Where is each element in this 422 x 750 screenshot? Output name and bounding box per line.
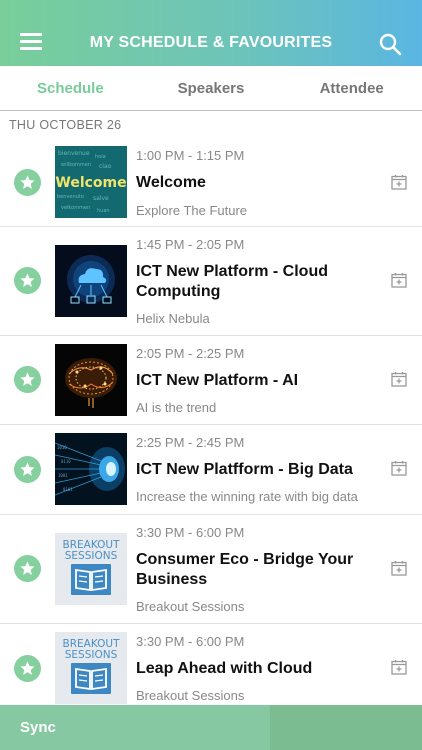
session-subtitle: Explore The Future	[136, 203, 248, 218]
session-subtitle: AI is the trend	[136, 400, 217, 415]
svg-text:velkommen: velkommen	[61, 205, 90, 211]
favourite-star-icon[interactable]	[14, 456, 41, 483]
svg-text:hola: hola	[95, 154, 106, 160]
svg-text:1001: 1001	[58, 473, 68, 478]
tab-attendee[interactable]: Attendee	[281, 66, 422, 110]
session-thumbnail-big-data: 1010 0110 1001 0101	[55, 433, 127, 505]
session-row[interactable]: 1:45 PM - 2:05 PM ICT New Platform - Clo…	[0, 227, 422, 336]
favourite-star-icon[interactable]	[14, 169, 41, 196]
footer-spacer	[270, 705, 422, 750]
session-title: Leap Ahead with Cloud	[136, 660, 313, 677]
add-to-calendar-icon[interactable]	[391, 460, 407, 476]
tab-speakers[interactable]: Speakers	[141, 66, 282, 110]
add-to-calendar-icon[interactable]	[391, 174, 407, 190]
session-time: 1:00 PM - 1:15 PM	[136, 148, 245, 163]
session-thumbnail-breakout: BREAKOUT SESSIONS	[55, 632, 127, 704]
session-thumbnail-breakout: BREAKOUT SESSIONS	[55, 533, 127, 605]
svg-text:salve: salve	[93, 195, 109, 202]
session-title: Welcome	[136, 174, 206, 191]
favourite-star-icon[interactable]	[14, 366, 41, 393]
session-subtitle: Breakout Sessions	[136, 599, 245, 614]
add-to-calendar-icon[interactable]	[391, 371, 407, 387]
svg-text:benvenuto: benvenuto	[57, 194, 84, 200]
tab-schedule[interactable]: Schedule	[0, 66, 141, 110]
add-to-calendar-icon[interactable]	[391, 272, 407, 288]
search-icon[interactable]	[378, 32, 402, 56]
session-thumbnail-ai-brain	[55, 344, 127, 416]
session-time: 1:45 PM - 2:05 PM	[136, 237, 245, 252]
session-time: 3:30 PM - 6:00 PM	[136, 634, 245, 649]
footer-bar: Sync	[0, 705, 422, 750]
session-thumbnail-cloud	[55, 245, 127, 317]
add-to-calendar-icon[interactable]	[391, 560, 407, 576]
sync-button[interactable]: Sync	[0, 705, 270, 750]
svg-text:1010: 1010	[57, 445, 67, 450]
session-title: ICT New Platfform - Big Data	[136, 461, 353, 478]
add-to-calendar-icon[interactable]	[391, 659, 407, 675]
session-subtitle: Increase the winning rate with big data	[136, 489, 358, 504]
hamburger-menu-icon[interactable]	[20, 33, 42, 51]
session-title: Consumer Eco - Bridge Your Business	[136, 551, 354, 588]
session-thumbnail-welcome: bienvenue hola willkommen ciao benvenuto…	[55, 146, 127, 218]
svg-text:huan: huan	[97, 208, 110, 214]
svg-text:ciao: ciao	[99, 163, 112, 170]
session-list: bienvenue hola willkommen ciao benvenuto…	[0, 138, 422, 734]
session-row[interactable]: 2:05 PM - 2:25 PM ICT New Platform - AI …	[0, 336, 422, 425]
session-row[interactable]: bienvenue hola willkommen ciao benvenuto…	[0, 138, 422, 227]
favourite-star-icon[interactable]	[14, 655, 41, 682]
session-subtitle: Helix Nebula	[136, 311, 210, 326]
session-subtitle: Breakout Sessions	[136, 688, 245, 703]
session-time: 3:30 PM - 6:00 PM	[136, 525, 245, 540]
favourite-star-icon[interactable]	[14, 267, 41, 294]
session-title: ICT New Platform - AI	[136, 372, 299, 389]
svg-text:0101: 0101	[63, 487, 73, 492]
date-header: THU OCTOBER 26	[9, 118, 122, 132]
session-row[interactable]: 1010 0110 1001 0101 2:25 PM - 2:45 PM ICT …	[0, 425, 422, 515]
thumb-sessions-text: SESSIONS	[65, 649, 118, 661]
thumb-sessions-text: SESSIONS	[65, 550, 118, 562]
svg-text:bienvenue: bienvenue	[58, 150, 90, 157]
tab-bar: Schedule Speakers Attendee	[0, 66, 422, 111]
favourite-star-icon[interactable]	[14, 555, 41, 582]
svg-text:willkommen: willkommen	[61, 162, 91, 168]
session-time: 2:25 PM - 2:45 PM	[136, 435, 245, 450]
svg-text:0110: 0110	[61, 459, 71, 464]
thumb-welcome-text: Welcome	[55, 175, 126, 191]
page-title: MY SCHEDULE & FAVOURITES	[89, 34, 333, 51]
app-header: MY SCHEDULE & FAVOURITES	[0, 0, 422, 66]
session-time: 2:05 PM - 2:25 PM	[136, 346, 245, 361]
session-row[interactable]: BREAKOUT SESSIONS 3:30 PM - 6:00 PM Cons…	[0, 515, 422, 624]
session-title: ICT New Platform - Cloud Computing	[136, 263, 328, 300]
